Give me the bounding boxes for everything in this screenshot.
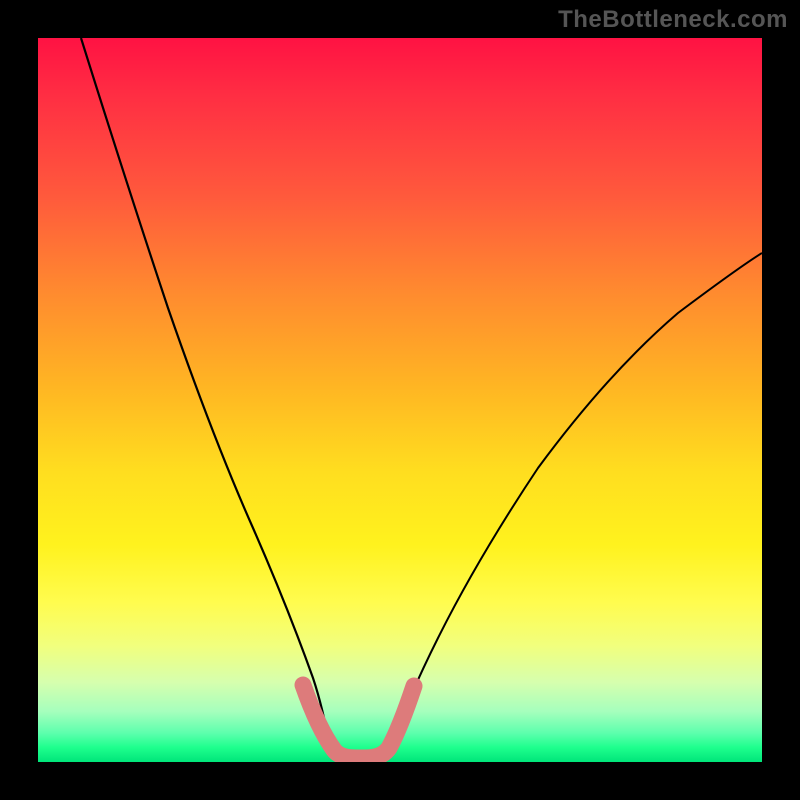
watermark-text: TheBottleneck.com <box>558 6 788 34</box>
chart-stage: TheBottleneck.com <box>0 0 800 800</box>
right-curve <box>390 253 762 748</box>
curve-overlay <box>38 38 762 762</box>
plot-area <box>38 38 762 762</box>
left-curve <box>81 38 330 748</box>
bottom-highlight <box>303 685 414 758</box>
